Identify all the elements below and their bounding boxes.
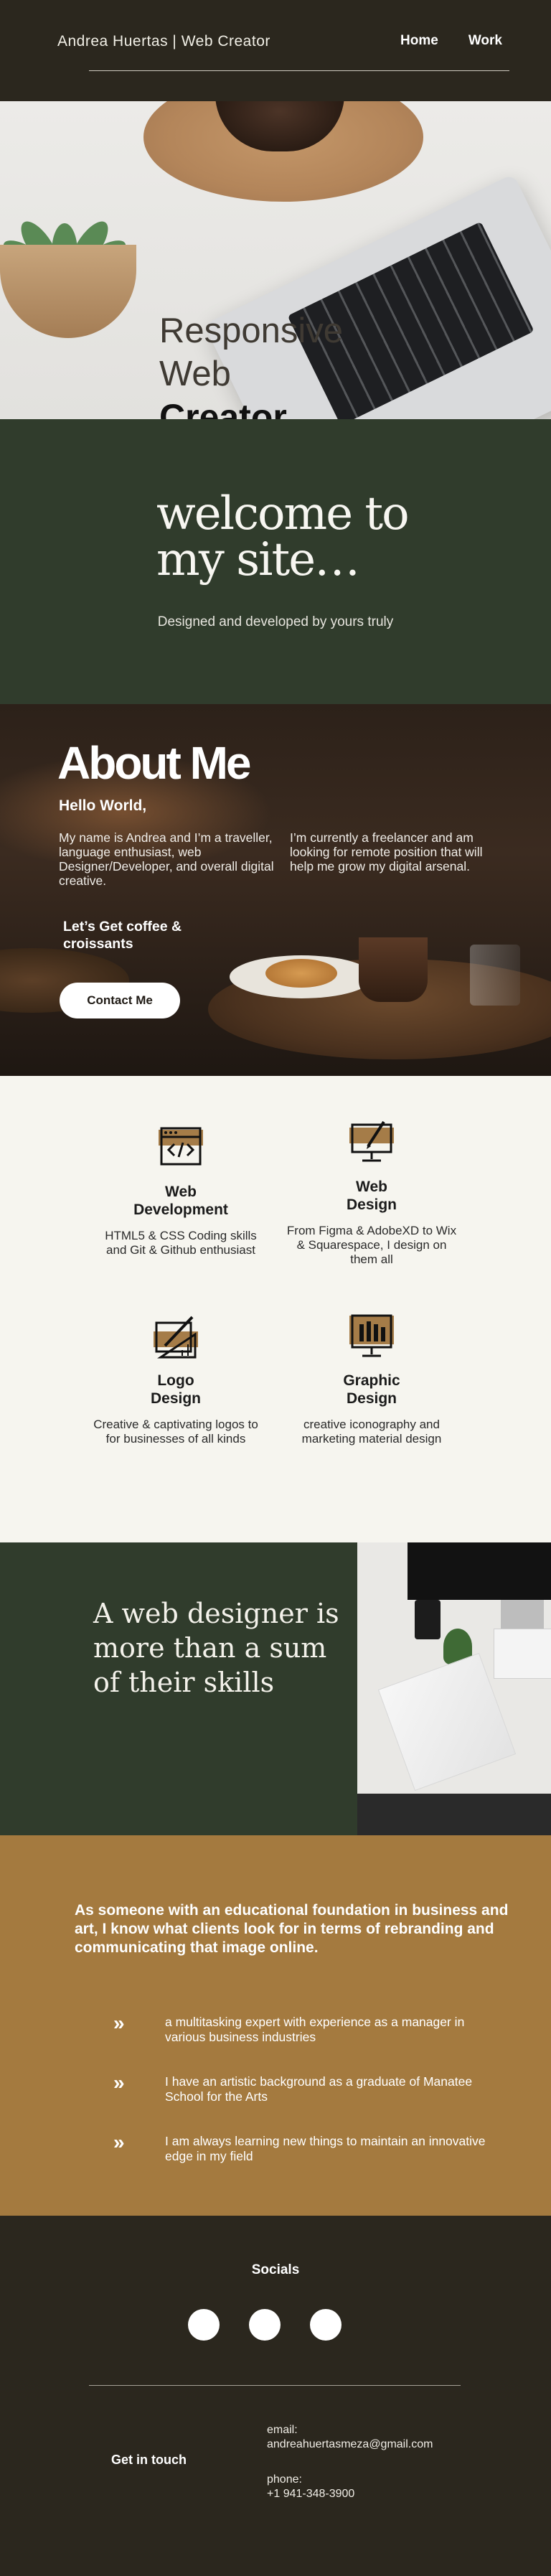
welcome-heading: welcome to my site… <box>156 491 410 586</box>
service-title-line2: Design <box>346 1196 397 1213</box>
highlights-section: As someone with an educational foundatio… <box>0 1835 551 2216</box>
welcome-subtitle: Designed and developed by yours truly <box>157 614 394 629</box>
phone-link[interactable]: +1 941-348-3900 <box>267 2487 433 2501</box>
monitor-pen-icon <box>347 1119 397 1169</box>
hero-banner: Responsive Web Creator <box>0 101 551 419</box>
double-chevron-right-icon: » <box>113 2012 125 2034</box>
desk-keyboard-image <box>494 1629 551 1679</box>
site-footer: Socials Get in touch email: andreahuerta… <box>0 2216 551 2576</box>
service-title-line2: Design <box>346 1390 397 1407</box>
skills-quote: A web designer is more than a sum of the… <box>93 1598 339 1698</box>
service-card-web-design: Web Design From Figma & AdobeXD to Wix &… <box>286 1119 458 1267</box>
service-desc-logo-design: Creative & captivating logos to for busi… <box>93 1418 258 1446</box>
service-title-web-design: Web Design <box>286 1178 458 1214</box>
double-chevron-right-icon: » <box>113 2071 125 2094</box>
socials-heading: Socials <box>251 2262 300 2277</box>
desk-monitor-image <box>408 1542 551 1600</box>
about-section: About Me Hello World, My name is Andrea … <box>0 704 551 1076</box>
about-greeting: Hello World, <box>59 797 147 814</box>
service-card-graphic-design: Graphic Design creative iconography and … <box>286 1313 458 1446</box>
contact-me-button[interactable]: Contact Me <box>60 983 180 1018</box>
highlight-text: a multitasking expert with experience as… <box>165 2015 465 2044</box>
email-link[interactable]: andreahuertasmeza@gmail.com <box>267 2437 433 2452</box>
highlight-item: » I have an artistic background as a gra… <box>113 2071 495 2104</box>
desk-workspace-image <box>357 1542 551 1835</box>
brand-title[interactable]: Andrea Huertas | Web Creator <box>57 33 270 50</box>
monitor-pencils-icon <box>347 1313 397 1363</box>
service-title-line1: Web <box>165 1184 197 1200</box>
logo-ruler-pen-icon <box>151 1313 201 1363</box>
social-link-1-icon[interactable] <box>188 2309 220 2341</box>
social-links <box>188 2309 342 2341</box>
footer-divider <box>89 2385 461 2386</box>
desk-monitor-stand <box>501 1600 544 1629</box>
email-label: email: <box>267 2424 298 2436</box>
phone-label: phone: <box>267 2473 302 2486</box>
skills-section: A web designer is more than a sum of the… <box>0 1542 551 1835</box>
double-chevron-right-icon: » <box>113 2131 125 2153</box>
service-title-line2: Development <box>133 1202 228 1218</box>
hero-title-line1: Responsive <box>159 312 344 350</box>
hero-pot-image <box>0 245 136 338</box>
site-header: Andrea Huertas | Web Creator Home Work <box>0 0 551 101</box>
welcome-heading-line1: welcome to <box>156 487 410 540</box>
about-coffee-callout: Let’s Get coffee & croissants <box>63 918 182 952</box>
nav-home-link[interactable]: Home <box>400 33 438 49</box>
highlight-text: I have an artistic background as a gradu… <box>165 2074 473 2104</box>
service-title-line1: Logo <box>157 1372 194 1389</box>
hero-title: Responsive Web Creator <box>159 309 343 419</box>
social-link-3-icon[interactable] <box>310 2309 342 2341</box>
header-divider <box>89 70 509 71</box>
welcome-section: welcome to my site… Designed and develop… <box>0 419 551 704</box>
desk-pen-cup-image <box>415 1600 441 1639</box>
highlight-item: » I am always learning new things to mai… <box>113 2131 495 2164</box>
service-title-logo-design: Logo Design <box>90 1372 262 1408</box>
social-link-2-icon[interactable] <box>249 2309 281 2341</box>
service-desc-web-development: HTML5 & CSS Coding skills and Git & Gith… <box>105 1229 257 1257</box>
contact-details: email: andreahuertasmeza@gmail.com phone… <box>267 2423 433 2501</box>
service-card-web-development: Web Development HTML5 & CSS Coding skill… <box>95 1124 267 1257</box>
about-bio-right: I’m currently a freelancer and am lookin… <box>290 830 483 874</box>
service-title-line1: Web <box>356 1179 387 1195</box>
coffee-callout-line1: Let’s Get coffee & <box>63 919 182 935</box>
about-bio-left: My name is Andrea and I’m a traveller, l… <box>59 830 274 888</box>
coffee-callout-line2: croissants <box>63 936 133 952</box>
welcome-heading-line2: my site… <box>156 533 360 586</box>
about-water-glass-image <box>470 945 520 1006</box>
services-section: Web Development HTML5 & CSS Coding skill… <box>0 1076 551 1542</box>
main-nav: Home Work <box>400 33 502 49</box>
nav-work-link[interactable]: Work <box>468 33 502 49</box>
service-title-line1: Graphic <box>343 1372 400 1389</box>
service-title-web-development: Web Development <box>95 1183 267 1219</box>
service-title-line2: Design <box>150 1390 201 1407</box>
hero-title-line3: Creator <box>159 397 287 419</box>
about-croissant-image <box>265 959 337 988</box>
get-in-touch-heading: Get in touch <box>111 2453 187 2467</box>
hero-title-line2: Web <box>159 355 231 393</box>
highlight-item: » a multitasking expert with experience … <box>113 2012 495 2045</box>
highlight-text: I am always learning new things to maint… <box>165 2134 486 2163</box>
highlights-lead: As someone with an educational foundatio… <box>75 1902 509 1956</box>
service-title-graphic-design: Graphic Design <box>286 1372 458 1408</box>
service-card-logo-design: Logo Design Creative & captivating logos… <box>90 1313 262 1446</box>
about-title: About Me <box>57 737 251 789</box>
service-desc-graphic-design: creative iconography and marketing mater… <box>301 1418 442 1446</box>
code-window-icon <box>156 1124 206 1174</box>
about-coffee-cup-image <box>359 937 428 1002</box>
desk-surface-shadow <box>357 1794 551 1835</box>
service-desc-web-design: From Figma & AdobeXD to Wix & Squarespac… <box>286 1224 457 1266</box>
